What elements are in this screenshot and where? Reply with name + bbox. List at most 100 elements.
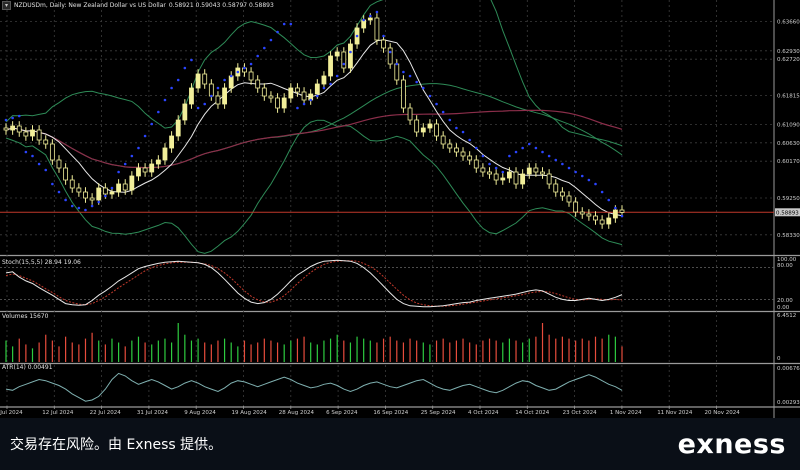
sar-dot (342, 62, 346, 66)
candle-body (43, 139, 49, 145)
sar-dot (329, 82, 332, 86)
candle-body (122, 183, 128, 191)
candle-body (328, 55, 333, 77)
sar-dot (31, 154, 34, 158)
sar-dot (600, 190, 604, 194)
date-tick-label: 16 Sep 2024 (373, 410, 408, 416)
sar-dot (57, 190, 61, 194)
sar-dot (335, 74, 339, 78)
symbol-icon[interactable]: ▾ (2, 0, 11, 10)
candle-body (155, 159, 161, 165)
sar-dot (64, 198, 67, 202)
candle-body (314, 83, 320, 95)
candle-body (109, 191, 115, 195)
candle-body (480, 167, 486, 173)
atr-pane[interactable] (5, 372, 623, 402)
sar-dot (428, 94, 432, 98)
exness-logo[interactable]: exness (678, 429, 800, 460)
price-tick-label: 0.62930 (777, 49, 800, 55)
candle-body (473, 159, 479, 169)
date-tick-label: 1 Jul 2024 (0, 410, 23, 416)
candle-body (546, 173, 552, 185)
sar-dot (249, 62, 253, 66)
sar-dot (375, 10, 379, 14)
candle-body (10, 125, 16, 131)
sar-dot (534, 146, 538, 150)
risk-disclaimer: 交易存在风险。由 Exness 提供。 (10, 437, 223, 453)
price-tick-label: 0.63660 (777, 20, 800, 26)
atr-tick-label: 0.00293 (777, 400, 800, 406)
candle-body (202, 73, 208, 85)
sar-dot (541, 150, 544, 154)
sar-dot (110, 186, 114, 190)
price-pane[interactable]: 0.58893 (0, 0, 800, 254)
candle-body (76, 187, 82, 193)
candle-body (447, 143, 453, 149)
stoch-tick-label: 80.00 (777, 263, 793, 269)
sar-dot (24, 150, 28, 154)
sar-dot (614, 206, 617, 210)
date-tick-label: 22 Jul 2024 (90, 410, 122, 416)
candle-body (102, 187, 108, 195)
sar-dot (554, 158, 558, 162)
candle-body (16, 125, 22, 133)
atr-line (5, 372, 623, 402)
candle-body (533, 167, 539, 173)
sar-dot (435, 102, 438, 106)
candle-body (440, 135, 446, 145)
sar-dot (70, 204, 74, 208)
sar-dot (104, 194, 107, 198)
volume-pane[interactable] (5, 323, 623, 362)
candle-body (374, 17, 380, 41)
candle-body (586, 213, 592, 217)
candle-body (420, 127, 426, 133)
sar-dot (574, 170, 577, 174)
sar-dot (567, 166, 571, 170)
candle-body (136, 167, 141, 177)
sar-dot (123, 162, 127, 166)
sar-dot (51, 182, 54, 186)
sar-dot (547, 154, 551, 158)
sar-dot (4, 118, 8, 122)
sar-dot (196, 106, 200, 110)
sar-dot (587, 178, 591, 182)
trading-chart[interactable]: 0.58893 0.63660 0.62930 0.62720 0.61815 0.61… (0, 0, 800, 418)
price-tick-label: 0.59250 (777, 196, 800, 202)
sar-dot (561, 162, 564, 166)
sar-dot (157, 110, 160, 114)
ohlc-values: 0.58921 0.59043 0.58797 0.58893 (168, 1, 274, 9)
candle-body (63, 167, 69, 181)
sar-dot (263, 46, 266, 50)
sar-dot (137, 146, 140, 150)
candle-body (288, 87, 294, 99)
candle-body (573, 201, 579, 213)
candle-body (467, 155, 473, 161)
candle-body (487, 171, 492, 175)
candle-body (493, 173, 499, 181)
chart-grid (0, 0, 800, 418)
stochastic-pane[interactable] (0, 259, 774, 308)
slow-ma-line (5, 109, 623, 169)
sar-dot (521, 146, 524, 150)
candle-body (301, 91, 307, 101)
candle-body (526, 167, 532, 175)
candle-body (189, 87, 194, 105)
candle-body (228, 75, 234, 89)
candle-body (427, 123, 433, 129)
date-tick-label: 31 Jul 2024 (137, 410, 169, 416)
sar-dot (580, 174, 584, 178)
date-tick-label: 28 Aug 2024 (279, 410, 315, 416)
sar-dot (455, 126, 458, 130)
candle-body (606, 217, 612, 225)
date-tick-label: 20 Nov 2024 (705, 410, 741, 416)
candle-body (69, 179, 75, 189)
date-tick-label: 1 Nov 2024 (610, 410, 642, 416)
candle-body (460, 151, 466, 157)
bollinger-upper-line (5, 0, 623, 147)
candle-body (3, 127, 9, 131)
sar-dot (402, 70, 405, 74)
candle-body (222, 87, 227, 105)
sar-dot (90, 204, 94, 208)
sar-dot (216, 86, 220, 90)
candle-body (83, 191, 88, 199)
